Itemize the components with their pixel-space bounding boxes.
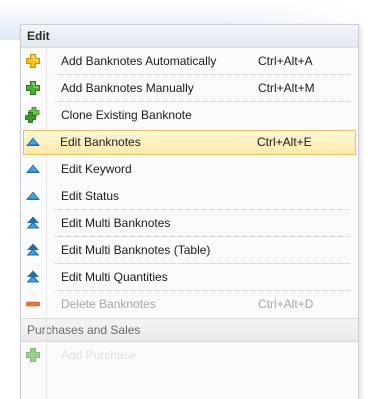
menu-item-label: Add Purchase [61,348,137,362]
menu-item-edit-keyword[interactable]: Edit Keyword [21,156,358,183]
plus-green-icon [26,81,40,95]
menu-section-header-edit: Edit [21,25,358,48]
menu-item-add-purchase[interactable]: Add Purchase [21,342,358,369]
menu-item-shortcut: Ctrl+Alt+E [257,135,312,149]
menu-item-shortcut: Ctrl+Alt+A [258,54,313,68]
menu-item-delete-banknotes[interactable]: Delete Banknotes Ctrl+Alt+D [21,291,358,318]
edit-context-menu: Edit Add Banknotes Automatically Ctrl+Al… [20,24,359,399]
edit-multi-icon [26,243,40,256]
menu-item-edit-multi-banknotes[interactable]: Edit Multi Banknotes [21,210,358,237]
plus-yellow-icon [26,54,40,68]
menu-item-label: Add Banknotes Manually [61,81,194,95]
menu-item-label: Delete Banknotes [61,297,156,311]
minus-icon [26,301,40,307]
menu-item-clone-existing-banknote[interactable]: Clone Existing Banknote [21,102,358,129]
menu-item-label: Edit Status [61,189,120,203]
edit-triangle-icon [26,164,40,173]
menu-item-edit-banknotes[interactable]: Edit Banknotes Ctrl+Alt+E [23,130,356,155]
menu-item-add-banknotes-automatically[interactable]: Add Banknotes Automatically Ctrl+Alt+A [21,48,358,75]
clone-plus-icon [25,107,40,123]
menu-item-edit-multi-banknotes-table[interactable]: Edit Multi Banknotes (Table) [21,237,358,264]
menu-item-edit-multi-quantities[interactable]: Edit Multi Quantities [21,264,358,291]
menu-item-add-banknotes-manually[interactable]: Add Banknotes Manually Ctrl+Alt+M [21,75,358,102]
menu-item-shortcut: Ctrl+Alt+D [258,297,314,311]
menu-item-label: Edit Multi Quantities [61,270,168,284]
menu-section-header-purchases-and-sales: Purchases and Sales [21,318,358,342]
edit-triangle-icon [26,191,40,200]
plus-green-icon [26,348,40,362]
menu-item-edit-status[interactable]: Edit Status [21,183,358,210]
edit-multi-icon [26,270,40,283]
menu-item-label: Edit Keyword [61,162,132,176]
menu-item-shortcut: Ctrl+Alt+M [258,81,315,95]
menu-item-label: Edit Multi Banknotes [61,216,171,230]
menu-item-label: Add Banknotes Automatically [61,54,217,68]
menu-item-label: Edit Multi Banknotes (Table) [61,243,211,257]
menu-item-label: Clone Existing Banknote [61,108,192,122]
edit-triangle-icon [26,137,40,146]
menu-item-label: Edit Banknotes [60,135,141,149]
edit-multi-icon [26,216,40,229]
